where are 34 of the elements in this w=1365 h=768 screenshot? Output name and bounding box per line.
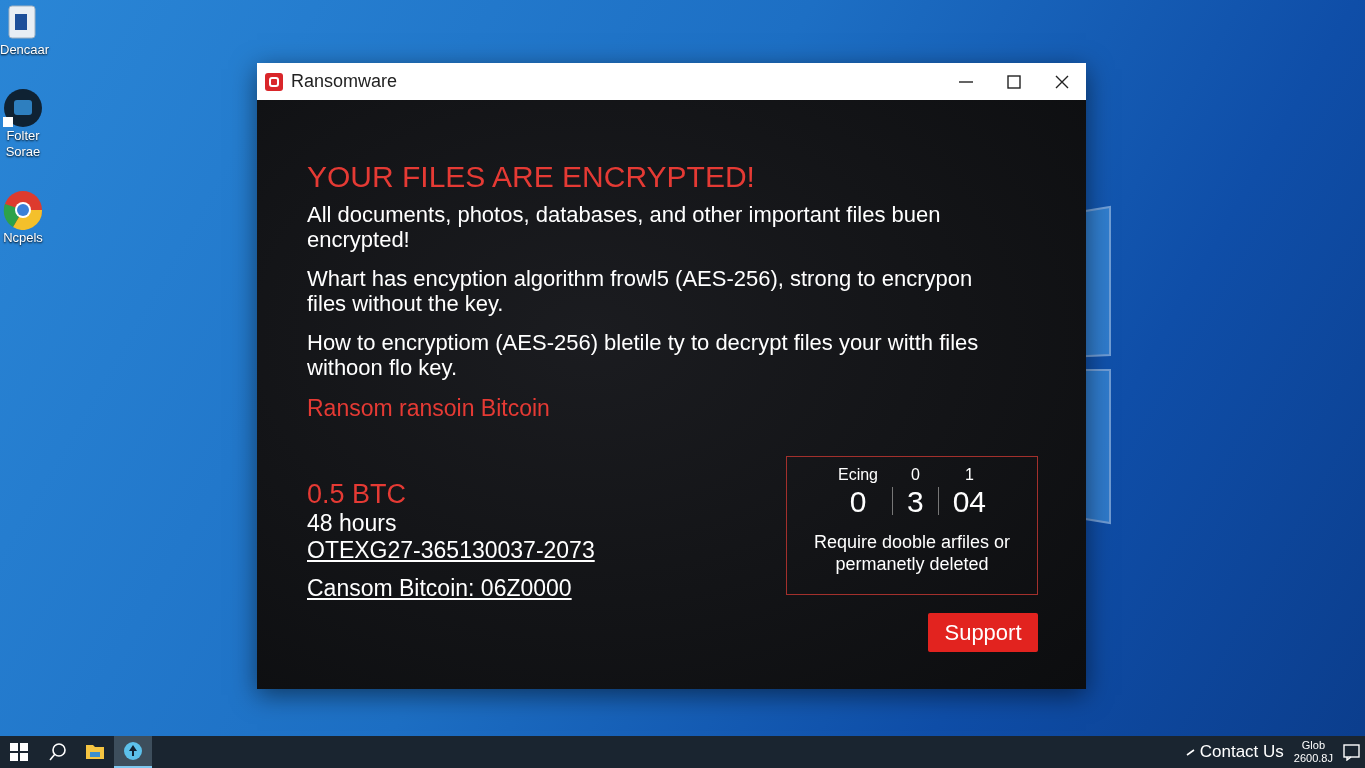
- paragraph: Whart has encyption algorithm frowl5 (AES-256), strong to encrypon files without the key.: [307, 266, 974, 316]
- timer-value: 3: [907, 485, 924, 519]
- id-link[interactable]: OTEXG27-365130037-2073: [307, 536, 595, 564]
- clock-text: Glob: [1301, 739, 1326, 752]
- window-title: Ransomware: [291, 70, 398, 93]
- paragraph: All documents, photos, databases, and other important files buen encrypted!: [307, 202, 942, 252]
- contact-link[interactable]: Contact Us: [1199, 739, 1284, 765]
- minimize-icon: [959, 80, 973, 83]
- paragraph: How to encryptiom (AES-256) bletile ty to decrypt files your witth files withoon flo key.: [307, 330, 980, 380]
- heading: YOUR FILES ARE ENCRYPTED!: [307, 159, 756, 195]
- warning-note: Require dooble arfiles or permanetly deleted: [812, 531, 1012, 575]
- app-icon: [265, 72, 283, 91]
- timer-value: 0: [849, 485, 867, 519]
- wallet-link[interactable]: Cansom Bitcoin: 06Z0000: [307, 574, 595, 602]
- support-button[interactable]: Support: [928, 613, 1038, 652]
- folder-icon: [85, 742, 105, 762]
- chevron-icon: [1185, 747, 1196, 757]
- start-icon: [10, 743, 28, 761]
- taskbar-button[interactable]: [114, 736, 152, 768]
- amount: 0.5 BTC: [307, 478, 408, 510]
- subheading: Ransom ransoin Bitcoin: [307, 394, 551, 422]
- desktop-icon-label[interactable]: Ncpels: [0, 230, 46, 246]
- timer-label: 1: [964, 465, 974, 485]
- notification-icon: [1343, 743, 1361, 761]
- app-icon: [123, 741, 143, 761]
- disc-icon: [3, 88, 43, 128]
- timer-value: 04: [952, 485, 987, 519]
- deadline: 48 hours: [307, 510, 398, 536]
- date-text: 2600.8J: [1293, 752, 1333, 765]
- desktop-icon-label[interactable]: Folter Sorae: [0, 128, 46, 160]
- browser-icon: [3, 190, 43, 230]
- search-icon: [47, 742, 67, 762]
- timer-label: 0: [910, 465, 920, 485]
- timer-label: Ecing: [837, 465, 878, 485]
